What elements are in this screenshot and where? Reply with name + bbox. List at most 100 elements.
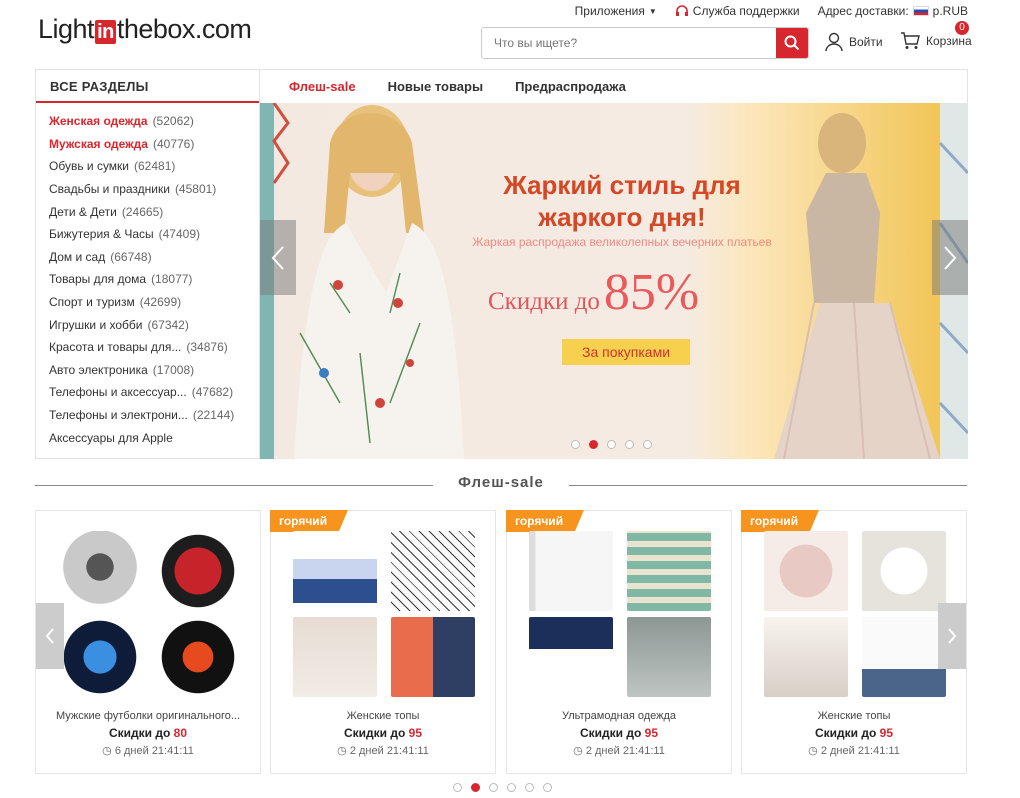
chevron-left-icon — [271, 245, 284, 270]
category-label: Товары для дома — [49, 272, 147, 287]
support-link[interactable]: Служба поддержки — [675, 4, 800, 18]
tab-presale[interactable]: Предраспродажа — [515, 79, 626, 94]
product-image-grid — [764, 531, 946, 697]
hot-badge: горячий — [741, 510, 819, 532]
countdown-text: 2 дней 21:41:11 — [820, 745, 900, 757]
apps-link[interactable]: Приложения ▼ — [575, 4, 657, 18]
cart-label: Корзина — [926, 34, 972, 48]
currency-label: р.RUB — [932, 4, 968, 18]
category-label: Дети & Дети — [49, 204, 117, 219]
category-item[interactable]: Дом и сад (66748) — [36, 246, 259, 269]
countdown-text: 2 дней 21:41:11 — [349, 745, 429, 757]
flash-dot[interactable] — [507, 783, 516, 792]
category-item[interactable]: Аксессуары для Apple — [36, 426, 259, 449]
tab-new-products[interactable]: Новые товары — [388, 79, 484, 94]
top-bell-sleeve-image — [764, 617, 848, 697]
product-card[interactable]: Мужские футболки оригинального... Скидки… — [35, 510, 261, 774]
discount-value: 95 — [408, 726, 423, 740]
cart-link[interactable]: Корзина 0 — [900, 21, 972, 50]
category-count: (67342) — [147, 317, 189, 332]
search-input[interactable] — [482, 28, 772, 58]
category-count: (17008) — [152, 362, 195, 377]
category-item[interactable]: Авто электроника (17008) — [36, 359, 259, 382]
category-item[interactable]: Телефоны и электрони... (22144) — [36, 404, 259, 427]
banner-discount-prefix: Скидки до — [488, 288, 600, 315]
hot-badge: горячий — [270, 510, 348, 532]
banner-dot[interactable] — [607, 440, 616, 449]
category-label: Свадьбы и праздники — [49, 182, 170, 197]
tshirt-hearts-image — [156, 531, 240, 611]
flash-dot[interactable] — [525, 783, 534, 792]
flash-prev-arrow[interactable] — [36, 603, 64, 669]
top-links: Приложения ▼ Служба поддержки Адрес доста… — [575, 4, 968, 18]
flash-dot[interactable] — [489, 783, 498, 792]
product-name: Ультрамодная одежда — [561, 710, 677, 722]
delivery-selector[interactable]: Адрес доставки: р.RUB — [818, 4, 968, 18]
flash-dot[interactable] — [543, 783, 552, 792]
hero-banner[interactable]: Жаркий стиль для жаркого дня! Жаркая рас… — [260, 103, 968, 459]
category-item[interactable]: Обувь и сумки (62481) — [36, 155, 259, 178]
product-card[interactable]: горячий Ультрамодная одежда Скидки до 95… — [506, 510, 732, 774]
flash-sale-heading: Флеш-sale — [35, 474, 967, 496]
discount-value: 95 — [879, 726, 894, 740]
category-item[interactable]: Игрушки и хобби (67342) — [36, 313, 259, 336]
product-image-grid — [529, 531, 711, 697]
countdown-timer: ◷ 6 дней 21:41:11 — [36, 744, 260, 757]
countdown-text: 2 дней 21:41:11 — [585, 745, 665, 757]
category-count: (45801) — [174, 182, 217, 197]
tab-flash-sale[interactable]: Флеш-sale — [289, 79, 356, 94]
product-image-grid — [58, 531, 240, 697]
product-card[interactable]: горячий Женские топы Скидки до 95 ◷ 2 дн… — [741, 510, 967, 774]
shop-now-button[interactable]: За покупками — [562, 339, 690, 365]
category-item[interactable]: Свадьбы и праздники (45801) — [36, 178, 259, 201]
product-name: Женские топы — [817, 710, 891, 722]
banner-discount: Скидки до 85% — [488, 263, 699, 322]
clock-icon: ◷ — [102, 745, 112, 757]
discount-prefix: Скидки до — [108, 726, 171, 740]
tshirt-fire-image — [156, 617, 240, 697]
top-beige-image — [293, 617, 377, 697]
top-coral-navy-image — [391, 617, 475, 697]
dress-stripes-image — [529, 617, 613, 697]
banner-prev-arrow[interactable] — [260, 220, 296, 295]
category-item[interactable]: Дети & Дети (24665) — [36, 200, 259, 223]
search-bar — [481, 27, 809, 59]
category-count: (62481) — [134, 159, 176, 174]
flash-dot-active[interactable] — [471, 783, 480, 792]
category-label: Мужская одежда — [49, 136, 148, 151]
banner-pagination — [571, 440, 652, 449]
search-button[interactable] — [776, 28, 808, 58]
flash-dot[interactable] — [453, 783, 462, 792]
flash-sale-title: Флеш-sale — [458, 474, 544, 491]
flash-next-arrow[interactable] — [938, 603, 966, 669]
category-list: Женская одежда (52062) Мужская одежда (407… — [36, 103, 259, 449]
category-item[interactable]: Красота и товары для... (34876) — [36, 336, 259, 359]
dress-teal-image — [627, 531, 711, 611]
login-link[interactable]: Войти — [825, 32, 883, 52]
shirt-gray-image — [627, 617, 711, 697]
category-item[interactable]: Бижутерия & Часы (47409) — [36, 223, 259, 246]
category-item[interactable]: Товары для дома (18077) — [36, 268, 259, 291]
top-white-lace-image — [862, 531, 946, 611]
search-icon — [784, 35, 800, 51]
chevron-left-icon — [45, 628, 54, 644]
banner-dot[interactable] — [643, 440, 652, 449]
category-label: Спорт и туризм — [49, 295, 135, 310]
banner-dot[interactable] — [571, 440, 580, 449]
discount-prefix: Скидки до — [579, 726, 642, 740]
category-item[interactable]: Мужская одежда (40776) — [36, 133, 259, 156]
banner-next-arrow[interactable] — [932, 220, 968, 295]
chevron-down-icon: ▼ — [648, 6, 657, 16]
banner-dot-active[interactable] — [589, 440, 598, 449]
countdown-text: 6 дней 21:41:11 — [114, 745, 194, 757]
discount-prefix: Скидки до — [343, 726, 406, 740]
site-logo[interactable]: Light in thebox.com — [38, 14, 252, 44]
category-item[interactable]: Спорт и туризм (42699) — [36, 291, 259, 314]
category-label: Красота и товары для... — [49, 340, 182, 355]
category-sidebar: ВСЕ РАЗДЕЛЫ Женская одежда (52062) Мужска… — [35, 69, 260, 459]
category-item[interactable]: Женская одежда (52062) — [36, 110, 259, 133]
category-count: (47682) — [191, 385, 234, 400]
product-card[interactable]: горячий Женские топы Скидки до 95 ◷ 2 дн… — [270, 510, 496, 774]
category-item[interactable]: Телефоны и аксессуар... (47682) — [36, 381, 259, 404]
banner-dot[interactable] — [625, 440, 634, 449]
